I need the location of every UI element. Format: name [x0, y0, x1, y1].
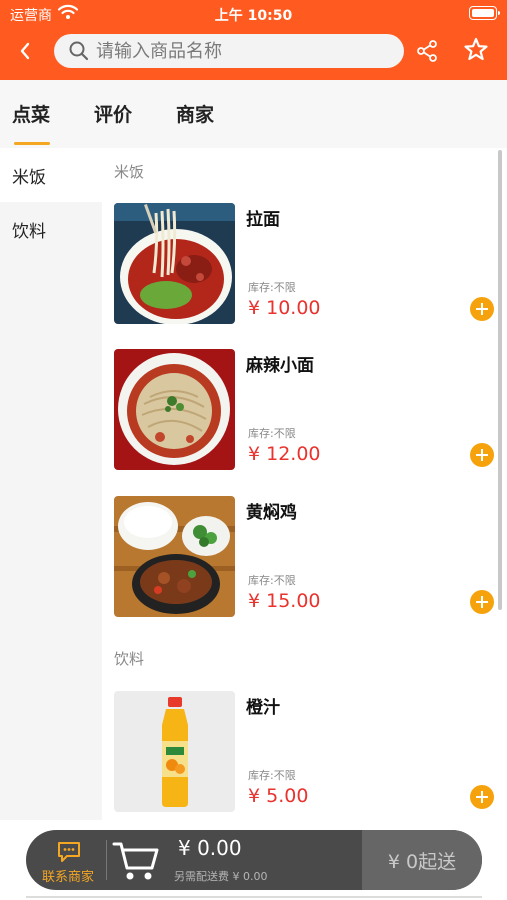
divider: [106, 840, 107, 880]
header: 运营商 上午 10:50: [0, 0, 507, 80]
tab-merchant[interactable]: 商家: [176, 100, 214, 127]
product-price: ¥ 15.00: [248, 590, 321, 612]
share-icon[interactable]: [414, 38, 440, 64]
home-indicator: [26, 896, 482, 898]
back-button[interactable]: [10, 36, 40, 66]
product-list[interactable]: 米饭 拉面 库存:不限 ¥ 10.00 麻辣小面 库存:不限 ¥ 12.00 黄…: [102, 148, 507, 820]
chevron-left-icon: [20, 42, 30, 60]
search-input[interactable]: [96, 40, 376, 62]
product-name: 黄焖鸡: [246, 503, 297, 523]
orange-juice-bottle-image: [114, 691, 235, 812]
product-stock: 库存:不限: [248, 281, 296, 294]
product-price: ¥ 10.00: [248, 297, 321, 319]
product-price: ¥ 5.00: [248, 785, 309, 807]
tab-order[interactable]: 点菜: [12, 100, 50, 127]
braised-chicken-rice-image: [114, 496, 235, 617]
battery-icon: [469, 6, 500, 20]
sidebar-item-label: 米饭: [12, 167, 46, 188]
spicy-noodles-image: [114, 349, 235, 470]
sidebar-item-drinks[interactable]: 饮料: [0, 202, 102, 256]
beef-noodle-soup-image: [114, 203, 235, 324]
contact-merchant-label: 联系商家: [42, 870, 95, 885]
chat-bubble-icon: [58, 842, 80, 862]
category-sidebar: 米饭 饮料: [0, 148, 102, 820]
search-bar[interactable]: [54, 34, 404, 68]
active-tab-indicator: [14, 142, 50, 145]
product-stock: 库存:不限: [248, 427, 296, 440]
checkout-button[interactable]: ¥ 0起送: [362, 830, 482, 890]
product-name: 拉面: [246, 210, 280, 230]
cart-bar: 联系商家 ¥ 0.00 另需配送费 ¥ 0.00 ¥ 0起送: [26, 830, 482, 890]
contact-merchant-button[interactable]: 联系商家: [26, 830, 106, 890]
tab-bar: 点菜 评价 商家: [0, 80, 507, 148]
scrollbar[interactable]: [498, 150, 502, 610]
product-name: 橙汁: [246, 698, 280, 718]
search-icon: [69, 41, 89, 61]
tab-reviews[interactable]: 评价: [94, 100, 132, 127]
checkout-label: ¥ 0起送: [387, 850, 457, 873]
section-title: 米饭: [114, 163, 145, 181]
product-name: 麻辣小面: [246, 356, 314, 376]
product-item[interactable]: 麻辣小面 库存:不限 ¥ 12.00: [114, 349, 499, 471]
sidebar-item-rice[interactable]: 米饭: [0, 148, 102, 202]
product-item[interactable]: 拉面 库存:不限 ¥ 10.00: [114, 203, 499, 325]
cart-total: ¥ 0.00: [178, 836, 242, 860]
product-item[interactable]: 黄焖鸡 库存:不限 ¥ 15.00: [114, 496, 499, 618]
product-item[interactable]: 橙汁 库存:不限 ¥ 5.00: [114, 691, 499, 813]
add-to-cart-button[interactable]: [470, 443, 494, 467]
section-title: 饮料: [114, 650, 145, 668]
status-bar: 运营商 上午 10:50: [0, 0, 507, 26]
sidebar-item-label: 饮料: [12, 221, 46, 242]
clock: 上午 10:50: [214, 8, 293, 24]
delivery-fee: 另需配送费 ¥ 0.00: [174, 870, 268, 883]
product-price: ¥ 12.00: [248, 443, 321, 465]
shopping-cart-icon[interactable]: [110, 836, 162, 884]
add-to-cart-button[interactable]: [470, 590, 494, 614]
add-to-cart-button[interactable]: [470, 297, 494, 321]
product-stock: 库存:不限: [248, 574, 296, 587]
favorite-star-icon[interactable]: [462, 36, 490, 64]
add-to-cart-button[interactable]: [470, 785, 494, 809]
product-stock: 库存:不限: [248, 769, 296, 782]
